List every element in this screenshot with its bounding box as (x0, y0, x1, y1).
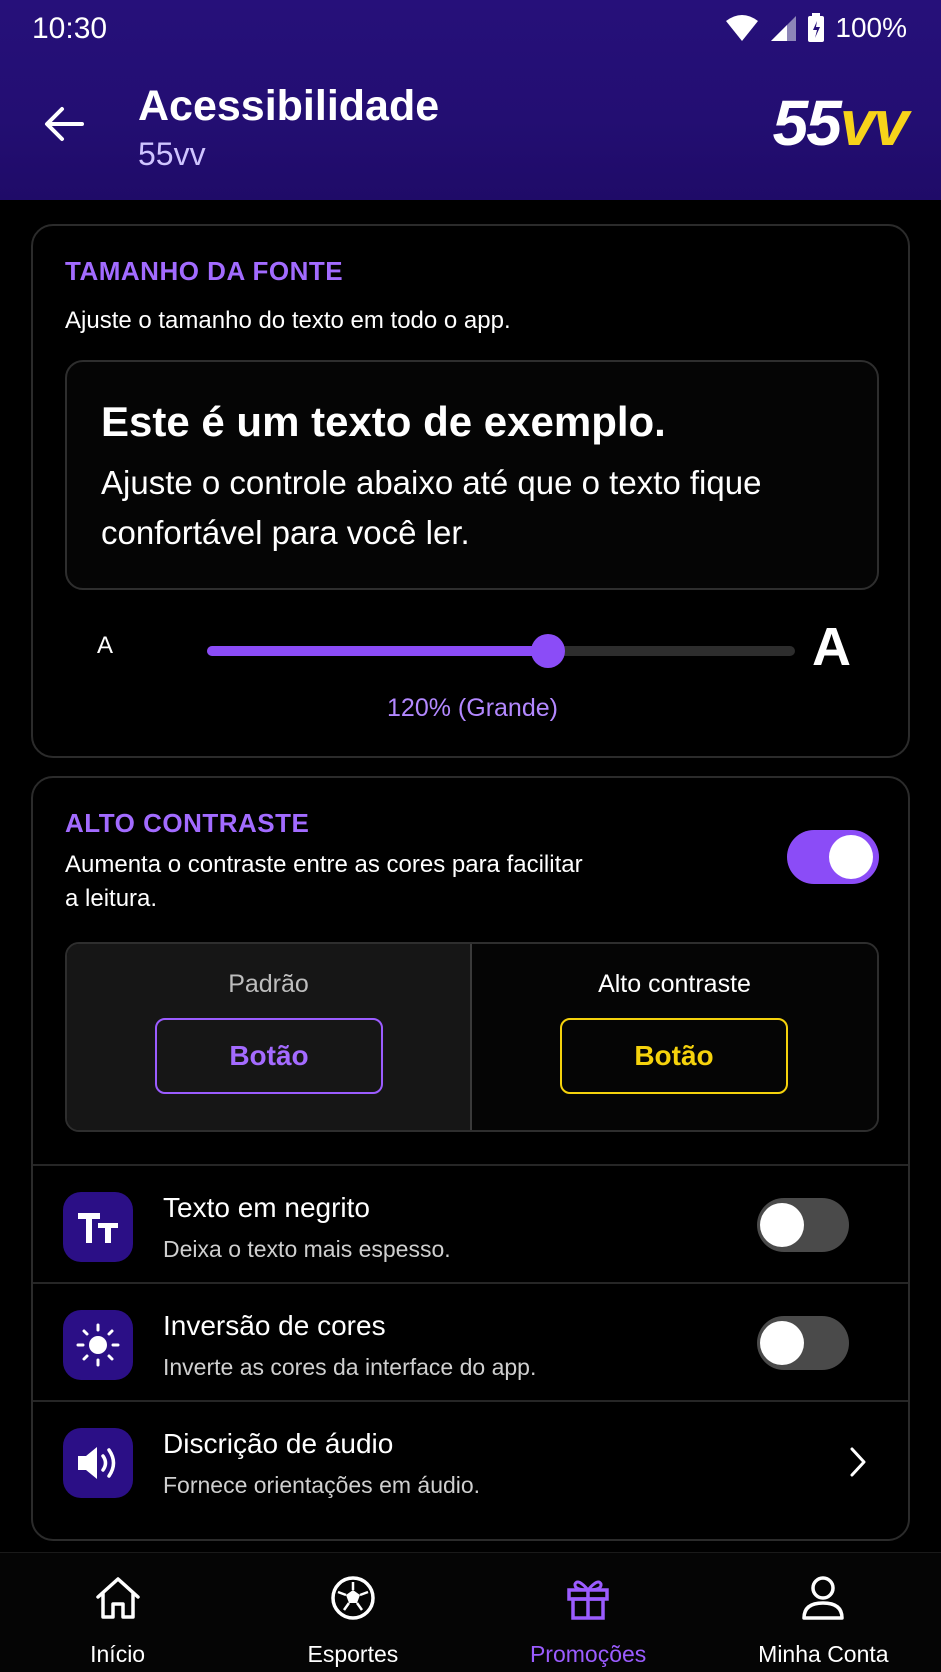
color-inversion-subtitle: Inverte as cores da interface do app. (163, 1354, 537, 1380)
battery-level: 100% (835, 12, 907, 43)
text-size-icon (63, 1192, 133, 1262)
font-size-card: TAMANHO DA FONTE Ajuste o tamanho do tex… (31, 224, 910, 758)
font-preview-box: Este é um texto de exemplo. Ajuste o con… (65, 360, 879, 590)
gift-icon (563, 1573, 613, 1623)
status-icons: 100% (725, 12, 907, 44)
nav-item-account[interactable]: Minha Conta (706, 1553, 941, 1672)
user-icon (798, 1573, 848, 1623)
status-bar: 10:30 100% (0, 0, 941, 60)
arrow-left-icon (45, 107, 84, 141)
toggle-knob (829, 835, 873, 879)
home-icon (93, 1573, 143, 1623)
audio-description-subtitle: Fornece orientações em áudio. (163, 1472, 481, 1498)
preview-title: Este é um texto de exemplo. (101, 398, 666, 445)
bold-text-title: Texto em negrito (163, 1192, 370, 1223)
high-contrast-toggle[interactable] (787, 830, 879, 884)
audio-description-title: Discrição de áudio (163, 1428, 394, 1459)
contrast-card: ALTO CONTRASTE Aumenta o contraste entre… (31, 776, 910, 1541)
high-contrast-preview: Alto contraste Botão (472, 944, 877, 1130)
standard-preview: Padrão Botão (67, 944, 472, 1130)
back-button[interactable] (38, 98, 90, 150)
bold-text-toggle[interactable] (757, 1198, 849, 1252)
brand-logo-yellow: vv (839, 87, 909, 159)
brand-logo: 55vv (772, 87, 909, 159)
nav-label-promotions: Promoções (529, 1641, 647, 1667)
chevron-right-icon (850, 1447, 866, 1477)
bottom-navigation: Início Esportes Promoções Minha Conta (0, 1552, 941, 1672)
nav-label-sports: Esportes (307, 1641, 399, 1667)
font-size-slider[interactable] (207, 634, 795, 668)
toggle-knob (760, 1203, 804, 1247)
slider-fill (207, 646, 549, 656)
contrast-title: ALTO CONTRASTE (65, 808, 310, 838)
high-contrast-sample-button: Botão (560, 1018, 788, 1094)
list-item-color-inversion[interactable]: Inversão de cores Inverte as cores da in… (33, 1282, 908, 1400)
page-title: Acessibilidade (138, 82, 440, 130)
nav-label-home: Início (90, 1641, 146, 1667)
status-time: 10:30 (32, 12, 108, 45)
font-size-value: 120% (Grande) (387, 694, 558, 722)
nav-item-promotions[interactable]: Promoções (471, 1553, 706, 1672)
bold-text-subtitle: Deixa o texto mais espesso. (163, 1236, 451, 1262)
toggle-knob (760, 1321, 804, 1365)
nav-item-sports[interactable]: Esportes (235, 1553, 470, 1672)
wifi-icon (726, 15, 759, 41)
small-font-indicator: A (97, 632, 114, 659)
font-size-title: TAMANHO DA FONTE (65, 256, 344, 286)
brand-logo-white: 55 (772, 87, 842, 159)
high-contrast-label: Alto contraste (598, 970, 751, 998)
page-subtitle: 55vv (138, 136, 206, 172)
battery-icon (808, 13, 825, 42)
contrast-comparison: Padrão Botão Alto contraste Botão (65, 942, 879, 1132)
signal-icon (771, 16, 797, 41)
preview-body: Ajuste o controle abaixo até que o texto… (101, 464, 762, 551)
nav-item-home[interactable]: Início (0, 1553, 235, 1672)
large-font-indicator: A (812, 617, 851, 677)
nav-label-account: Minha Conta (758, 1641, 889, 1667)
font-size-slider-row: A A (65, 606, 879, 686)
list-item-audio-description[interactable]: Discrição de áudio Fornece orientações e… (33, 1400, 908, 1518)
soccer-ball-icon (328, 1573, 378, 1623)
color-inversion-toggle[interactable] (757, 1316, 849, 1370)
font-size-description: Ajuste o tamanho do texto em todo o app. (65, 307, 511, 334)
contrast-description: Aumenta o contraste entre as cores para … (65, 851, 583, 912)
list-item-bold-text[interactable]: Texto em negrito Deixa o texto mais espe… (33, 1164, 908, 1282)
standard-label: Padrão (228, 970, 309, 998)
brightness-icon (63, 1310, 133, 1380)
slider-thumb[interactable] (531, 634, 566, 668)
color-inversion-title: Inversão de cores (163, 1310, 386, 1341)
standard-sample-button: Botão (155, 1018, 383, 1094)
speaker-icon (63, 1428, 133, 1498)
app-bar: 10:30 100% Acessibilidade 55vv 55vv (0, 0, 941, 200)
